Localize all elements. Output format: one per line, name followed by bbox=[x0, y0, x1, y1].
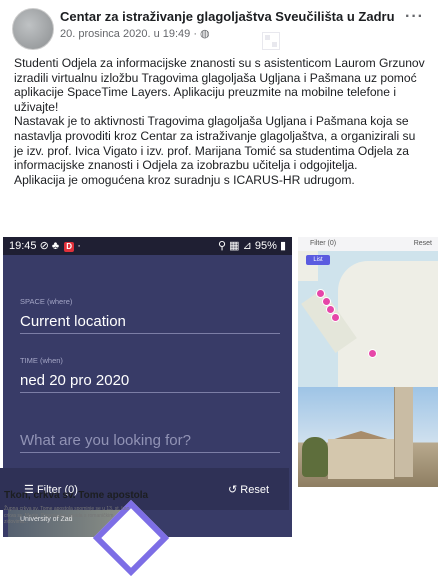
time-field-underline bbox=[20, 392, 280, 393]
signal-icon: ⚲ ▦ ⊿ bbox=[218, 240, 255, 252]
card-description: Župna crkva sv. Tome apostola spominje s… bbox=[4, 506, 130, 526]
battery-level: 95% bbox=[254, 240, 277, 252]
space-field[interactable]: Current location bbox=[20, 313, 126, 330]
post-paragraph: Studenti Odjela za informacijske znanost… bbox=[14, 56, 425, 114]
bell-tower bbox=[394, 387, 413, 477]
search-input[interactable]: What are you looking for? bbox=[20, 432, 191, 449]
post-paragraph: Aplikacija je omogućena kroz suradnju s … bbox=[14, 172, 355, 187]
reset-label: Reset bbox=[240, 484, 270, 496]
church-nave bbox=[328, 439, 394, 479]
card-title[interactable]: Tkon, crkva sv. Tome apostola bbox=[4, 490, 148, 501]
church-photo[interactable] bbox=[298, 387, 438, 487]
page-avatar[interactable] bbox=[12, 8, 54, 50]
map-reset[interactable]: Reset bbox=[414, 240, 432, 247]
map-land bbox=[338, 261, 438, 387]
qr-code-icon[interactable] bbox=[262, 32, 280, 50]
post-meta: 20. prosinca 2020. u 19:49 · ◍ bbox=[60, 27, 210, 40]
post-paragraph: Nastavak je to aktivnosti Tragovima glag… bbox=[14, 114, 416, 173]
page-name-link[interactable]: Centar za istraživanje glagoljaštva Sveu… bbox=[60, 9, 395, 24]
status-bar: 19:45 ⊘ ♣ D · ⚲ ▦ ⊿ 95% ▮ bbox=[3, 237, 292, 255]
map-top-bar: Filter (0) Reset bbox=[298, 237, 438, 251]
app-notification-icon: D bbox=[64, 242, 75, 252]
list-toggle[interactable]: List bbox=[306, 255, 330, 265]
status-time: 19:45 bbox=[9, 240, 37, 252]
tree-shape bbox=[302, 437, 328, 477]
map-filter[interactable]: Filter (0) bbox=[310, 240, 336, 247]
search-underline bbox=[20, 452, 280, 453]
post-date[interactable]: 20. prosinca 2020. u 19:49 · bbox=[60, 28, 200, 40]
time-field[interactable]: ned 20 pro 2020 bbox=[20, 372, 129, 389]
map-panel-screenshot: Filter (0) Reset List bbox=[298, 237, 438, 537]
time-label: TIME (when) bbox=[20, 356, 63, 365]
reset-icon: ↺ bbox=[228, 484, 238, 496]
space-field-underline bbox=[20, 333, 280, 334]
qr-scan-label[interactable]: QR scannen bbox=[196, 36, 263, 50]
map-pin[interactable] bbox=[331, 313, 340, 322]
post-text: Studenti Odjela za informacijske znanost… bbox=[14, 56, 428, 187]
more-options-icon[interactable]: ··· bbox=[405, 8, 424, 26]
reset-button[interactable]: ↺ Reset bbox=[228, 483, 269, 496]
map-view[interactable]: List bbox=[298, 251, 438, 387]
space-label: SPACE (where) bbox=[20, 297, 73, 306]
map-pin[interactable] bbox=[368, 349, 377, 358]
